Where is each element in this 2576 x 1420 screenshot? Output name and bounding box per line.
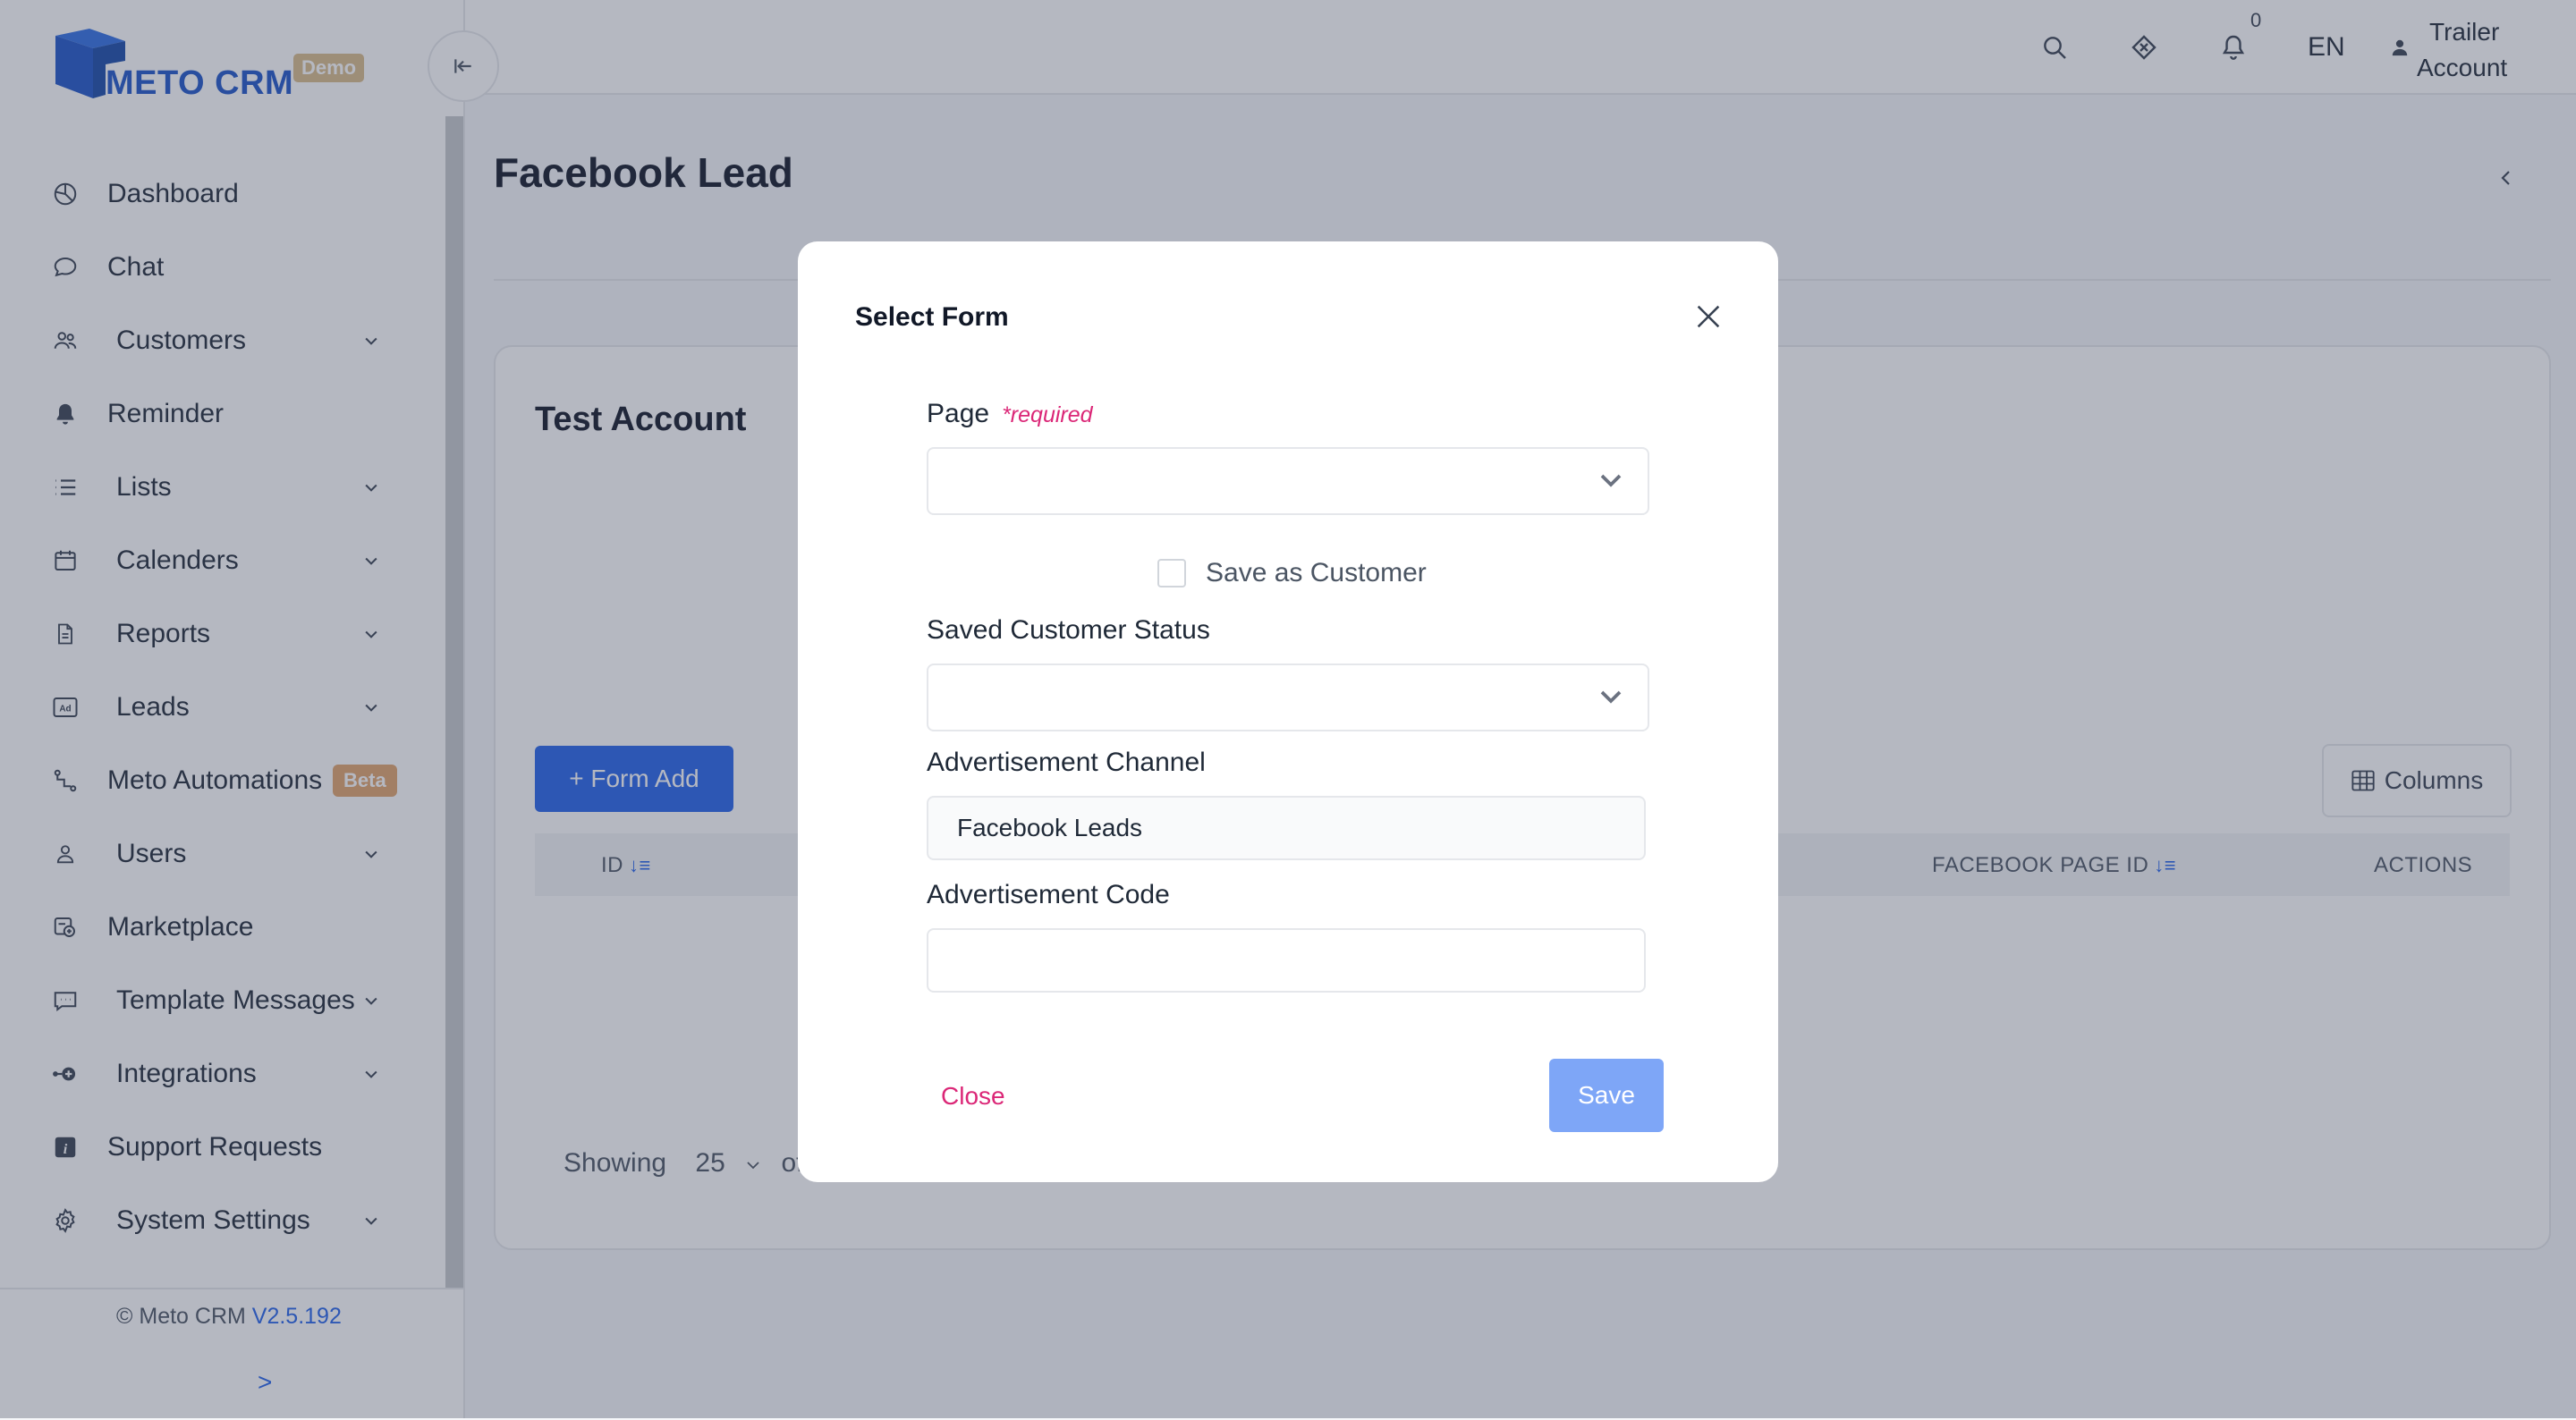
close-button[interactable]: Close bbox=[941, 1082, 1005, 1111]
save-button[interactable]: Save bbox=[1549, 1059, 1664, 1132]
save-as-customer-checkbox[interactable] bbox=[1157, 559, 1186, 587]
save-as-customer-row[interactable]: Save as Customer bbox=[1157, 558, 1427, 588]
select-form-modal: Select Form Page *required Save as Custom… bbox=[798, 241, 1778, 1182]
saved-customer-status-select[interactable] bbox=[927, 664, 1649, 731]
page-select[interactable] bbox=[927, 447, 1649, 515]
chevron-down-icon bbox=[1600, 690, 1622, 704]
save-as-customer-label: Save as Customer bbox=[1206, 558, 1427, 587]
advertisement-code-input[interactable] bbox=[927, 928, 1646, 993]
page-label: Page bbox=[927, 399, 990, 428]
modal-title: Select Form bbox=[855, 302, 1009, 332]
advertisement-channel-input[interactable]: Facebook Leads bbox=[927, 796, 1646, 860]
required-indicator: *required bbox=[1002, 402, 1093, 427]
close-icon[interactable] bbox=[1690, 299, 1726, 334]
page-field-label: Page *required bbox=[927, 399, 1093, 429]
chevron-down-icon bbox=[1600, 474, 1622, 487]
saved-customer-status-label: Saved Customer Status bbox=[927, 615, 1210, 645]
advertisement-channel-label: Advertisement Channel bbox=[927, 748, 1206, 777]
advertisement-code-label: Advertisement Code bbox=[927, 880, 1170, 909]
